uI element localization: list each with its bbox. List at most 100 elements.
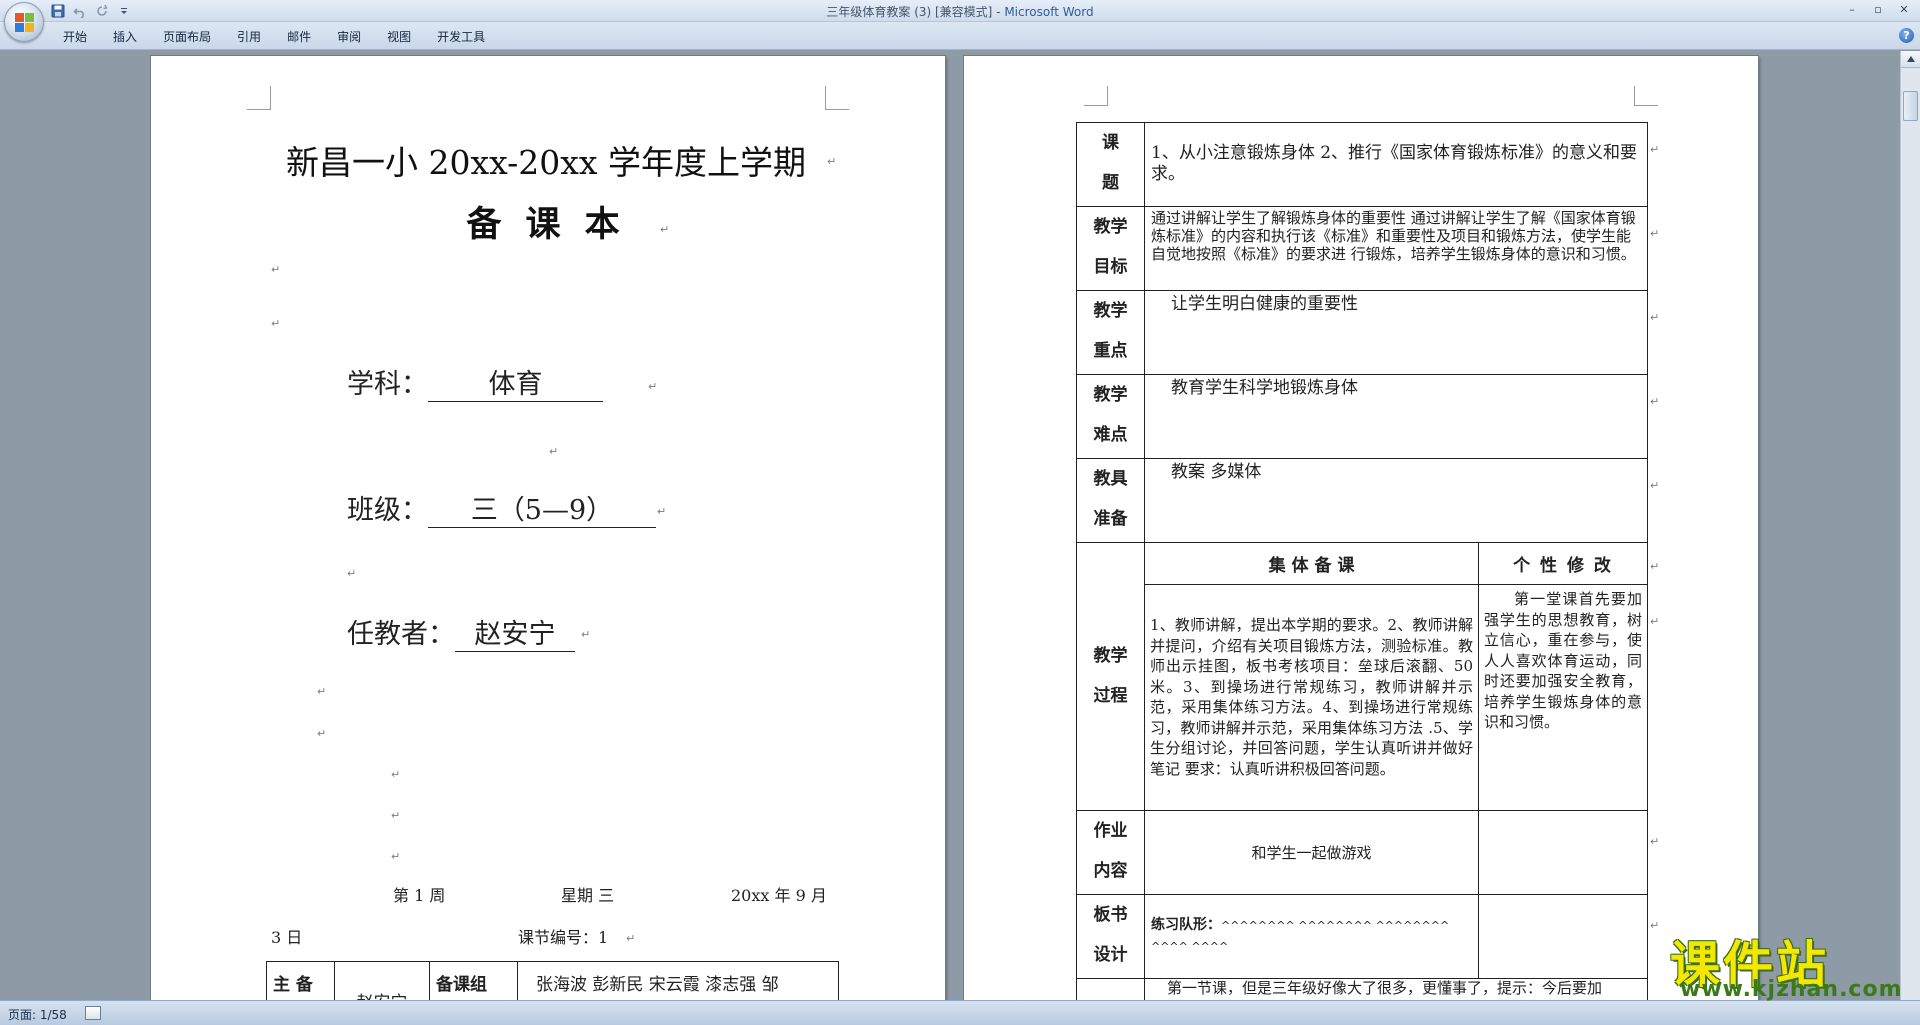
row-label-difficulty: 教学难点	[1076, 374, 1145, 459]
reflection-content: 第一节课，但是三年级好像大了很多，更懂事了，提示：今后要加	[1143, 978, 1649, 1000]
restore-button[interactable]: ▫	[1866, 1, 1890, 18]
difficulty-content: 教育学生科学地锻炼身体	[1143, 374, 1649, 459]
tab-mailings[interactable]: 邮件	[274, 28, 324, 46]
table-row: 教学过程 集 体 备 课 个 性 修 改	[1076, 542, 1649, 811]
site-watermark: 课件站 www.kjzhan.com	[1670, 925, 1915, 1003]
board-content-label: 练习队形：	[1151, 917, 1221, 933]
staff-table: 主 备 赵安宁 备课组 张海波 彭新民 宋云霞 漆志强 邹	[266, 961, 839, 1000]
teacher-line: 任教者： 赵安宁	[347, 612, 575, 652]
personal-edit-content: 第一堂课首先要加强学生的思想教育，树立信心，重在参与，使人人喜欢体育运动，同时还…	[1477, 584, 1649, 811]
objective-content: 通过讲解让学生了解锻炼身体的重要性 通过讲解让学生了解《国家体育锻炼标准》的内容…	[1143, 206, 1649, 291]
group-members: 张海波 彭新民 宋云霞 漆志强 邹	[517, 961, 839, 1000]
paragraph-mark: ↵	[391, 850, 401, 863]
tab-view[interactable]: 视图	[374, 28, 424, 46]
date-text-part-2: 3 日	[271, 928, 303, 947]
document-area[interactable]: 新昌一小 20xx-20xx 学年度上学期 ↵ 备 课 本 ↵ ↵ ↵ 学科：体…	[0, 51, 1900, 1000]
minimize-button[interactable]: –	[1840, 1, 1864, 18]
board-personal-cell	[1477, 894, 1649, 979]
paragraph-mark: ↵	[660, 223, 670, 236]
date-text-part-1: 20xx 年 9 月	[731, 886, 827, 905]
office-button[interactable]	[4, 2, 44, 42]
title-bar: 三年级体育教案 (3) [兼容模式] - Microsoft Word – ▫ …	[0, 0, 1920, 22]
row-end-mark: ↵	[1650, 479, 1660, 492]
class-line: 班级： 三（5—9）	[347, 488, 656, 528]
homework-personal-cell	[1477, 810, 1649, 895]
row-end-mark: ↵	[1650, 835, 1660, 848]
crop-mark-top-left	[1084, 86, 1108, 106]
row-label-key-point: 教学重点	[1076, 290, 1145, 375]
row-label-process: 教学过程	[1076, 542, 1145, 811]
table-row: 作业内容 和学生一起做游戏	[1076, 810, 1649, 895]
collective-prep-content: 1、教师讲解，提出本学期的要求。2、教师讲解并提问，介绍有关项目锻炼方法，测验标…	[1144, 584, 1479, 811]
scroll-up-button[interactable]	[1901, 51, 1920, 68]
paragraph-mark: ↵	[347, 567, 357, 580]
paragraph-mark: ↵	[317, 727, 327, 740]
row-label-reflection	[1076, 978, 1145, 1000]
document-page-1[interactable]: 新昌一小 20xx-20xx 学年度上学期 ↵ 备 课 本 ↵ ↵ ↵ 学科：体…	[151, 56, 945, 1000]
crop-mark-top-left	[247, 86, 271, 110]
page-title-line-1: 新昌一小 20xx-20xx 学年度上学期	[286, 143, 806, 182]
scroll-thumb[interactable]	[1903, 91, 1918, 121]
crop-mark-top-right	[1634, 86, 1658, 106]
office-button-icon	[15, 13, 35, 33]
paragraph-mark: ↵	[391, 768, 401, 781]
subject-label: 学科：	[347, 369, 428, 400]
tab-home[interactable]: 开始	[50, 28, 100, 46]
paragraph-mark: ↵	[827, 155, 837, 168]
window-controls: – ▫ ✕	[1840, 1, 1916, 18]
group-label: 备课组	[429, 961, 518, 1000]
table-row: 主 备 赵安宁 备课组 张海波 彭新民 宋云霞 漆志强 邹	[266, 961, 839, 1000]
table-row: 1、教师讲解，提出本学期的要求。2、教师讲解并提问，介绍有关项目锻炼方法，测验标…	[1077, 584, 1649, 811]
paragraph-mark: ↵	[648, 380, 658, 393]
paragraph-mark: ↵	[626, 932, 636, 945]
table-row: 课题 1、从小注意锻炼身体 2、推行《国家体育锻炼标准》的意义和要求。	[1076, 122, 1649, 207]
table-row: 教学目标 通过讲解让学生了解锻炼身体的重要性 通过讲解让学生了解《国家体育锻炼标…	[1076, 206, 1649, 291]
paragraph-mark: ↵	[271, 263, 281, 276]
help-icon[interactable]: ?	[1899, 28, 1914, 43]
row-label-objective: 教学目标	[1076, 206, 1145, 291]
class-label: 班级：	[347, 495, 428, 526]
page-counter[interactable]: 页面: 1/58	[8, 1006, 67, 1023]
paragraph-mark: ↵	[549, 445, 559, 458]
tab-references[interactable]: 引用	[224, 28, 274, 46]
main-name: 赵安宁	[334, 961, 430, 1000]
crop-mark-top-right	[825, 86, 849, 110]
tab-review[interactable]: 审阅	[324, 28, 374, 46]
lesson-number: 课节编号：1	[518, 928, 609, 947]
vertical-scrollbar[interactable]	[1900, 51, 1920, 1000]
board-content: 练习队形：^^^^^^^^ ^^^^^^^^ ^^^^^^^^ ^^^^ ^^^…	[1144, 894, 1479, 979]
teacher-value: 赵安宁	[455, 612, 575, 652]
main-label: 主 备	[266, 961, 335, 1000]
row-end-mark: ↵	[1650, 395, 1660, 408]
collective-prep-header: 集 体 备 课	[1144, 542, 1479, 585]
row-end-mark: ↵	[1650, 143, 1660, 156]
materials-content: 教案 多媒体	[1143, 458, 1649, 543]
document-page-2[interactable]: 课题 1、从小注意锻炼身体 2、推行《国家体育锻炼标准》的意义和要求。 教学目标…	[964, 56, 1758, 1000]
window-title: 三年级体育教案 (3) [兼容模式] - Microsoft Word	[826, 5, 1094, 19]
tab-developer[interactable]: 开发工具	[424, 28, 498, 46]
key-point-content: 让学生明白健康的重要性	[1143, 290, 1649, 375]
homework-content: 和学生一起做游戏	[1144, 810, 1479, 895]
row-label-topic: 课题	[1076, 122, 1145, 207]
paragraph-mark: ↵	[581, 628, 591, 641]
watermark-url: www.kjzhan.com	[1680, 977, 1903, 1002]
table-row: 教学重点 让学生明白健康的重要性	[1076, 290, 1649, 375]
tab-page-layout[interactable]: 页面布局	[150, 28, 224, 46]
proofing-icon[interactable]	[85, 1006, 101, 1020]
ribbon-tabs: 开始 插入 页面布局 引用 邮件 审阅 视图 开发工具	[50, 28, 498, 46]
status-bar: 页面: 1/58	[0, 1000, 1920, 1025]
close-button[interactable]: ✕	[1892, 1, 1916, 18]
subject-line: 学科： 体育	[347, 362, 603, 402]
class-value: 三（5—9）	[428, 488, 656, 528]
week-text: 第 1 周	[393, 886, 446, 905]
paragraph-mark: ↵	[271, 317, 281, 330]
lesson-plan-table: 课题 1、从小注意锻炼身体 2、推行《国家体育锻炼标准》的意义和要求。 教学目标…	[1076, 122, 1649, 1000]
tab-insert[interactable]: 插入	[100, 28, 150, 46]
row-label-materials: 教具准备	[1076, 458, 1145, 543]
ribbon: 开始 插入 页面布局 引用 邮件 审阅 视图 开发工具 ?	[0, 22, 1920, 50]
row-label-board: 板书设计	[1076, 894, 1145, 979]
topic-content: 1、从小注意锻炼身体 2、推行《国家体育锻炼标准》的意义和要求。	[1143, 122, 1649, 207]
page-title-line-2: 备 课 本	[466, 204, 626, 245]
subject-value: 体育	[428, 362, 603, 402]
row-end-mark: ↵	[1650, 919, 1660, 932]
